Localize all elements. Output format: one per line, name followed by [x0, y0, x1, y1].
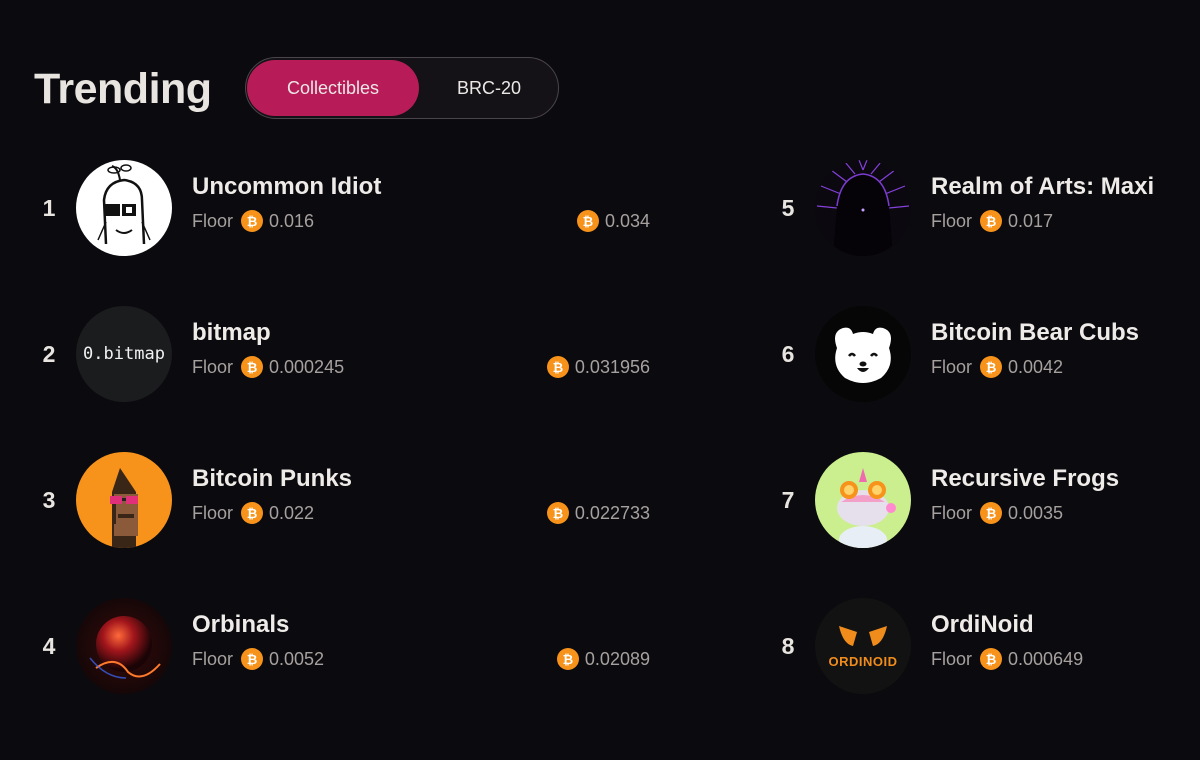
collection-avatar [815, 306, 911, 402]
collection-avatar: 0.bitmap [76, 306, 172, 402]
rank: 4 [42, 632, 56, 659]
bitcoin-icon: ₿ [980, 502, 1003, 524]
floor-label: Floor [931, 648, 973, 669]
bitcoin-icon: ₿ [980, 648, 1003, 670]
rank: 1 [42, 194, 56, 221]
collection-row[interactable]: 7 Recursive Frogs Floor ₿ 0.0035 [773, 450, 1193, 550]
collection-avatar [815, 160, 911, 256]
volume: ₿ 0.031956 [545, 356, 650, 378]
tab-brc20[interactable]: BRC-20 [418, 60, 560, 116]
floor-value: 0.017 [1008, 210, 1054, 231]
floor-price: Floor ₿ 0.0052 [192, 648, 324, 670]
floor-price: Floor ₿ 0.022 [192, 502, 314, 524]
floor-value: 0.0052 [269, 648, 325, 669]
bitcoin-icon: ₿ [241, 648, 264, 670]
floor-label: Floor [931, 356, 973, 377]
collection-row[interactable]: 3 Bitcoin Punks Floor ₿ 0.022 ₿ 0.022733 [34, 450, 650, 550]
collection-name[interactable]: Bitcoin Punks [192, 465, 352, 493]
floor-label: Floor [931, 502, 973, 523]
volume-value: 0.022733 [574, 502, 650, 523]
floor-price: Floor ₿ 0.016 [192, 210, 314, 232]
bitcoin-icon: ₿ [980, 210, 1003, 232]
collection-row[interactable]: 1 Uncommon Idiot Floor ₿ 0.016 ₿ 0.034 [34, 158, 650, 258]
volume-value: 0.034 [604, 210, 650, 231]
floor-price: Floor ₿ 0.000245 [192, 356, 344, 378]
floor-price: Floor ₿ 0.017 [931, 210, 1053, 232]
collection-row[interactable]: 6 Bitcoin Bear Cubs Floor ₿ 0.0042 [773, 304, 1193, 404]
collection-name[interactable]: OrdiNoid [931, 611, 1034, 639]
collection-name[interactable]: Realm of Arts: Maxi [931, 173, 1154, 201]
floor-label: Floor [192, 648, 234, 669]
rank: 3 [42, 486, 56, 513]
collection-avatar: ORDINOID [815, 598, 911, 694]
rank: 5 [781, 194, 795, 221]
category-tabs: Collectibles BRC-20 [245, 57, 559, 119]
floor-value: 0.000245 [269, 356, 345, 377]
collection-avatar [76, 160, 172, 256]
bitmap-logo-text: 0.bitmap [83, 344, 165, 364]
floor-price: Floor ₿ 0.0042 [931, 356, 1063, 378]
rank: 6 [781, 340, 795, 367]
bitcoin-icon: ₿ [576, 210, 599, 232]
floor-label: Floor [931, 210, 973, 231]
floor-value: 0.022 [269, 502, 315, 523]
collection-avatar [76, 452, 172, 548]
bitcoin-icon: ₿ [546, 356, 569, 378]
bitcoin-icon: ₿ [556, 648, 579, 670]
floor-value: 0.0042 [1008, 356, 1064, 377]
volume-value: 0.02089 [584, 648, 650, 669]
bitcoin-icon: ₿ [980, 356, 1003, 378]
bitcoin-icon: ₿ [241, 210, 264, 232]
collection-row[interactable]: 4 Orbinals Floor ₿ 0.0052 ₿ 0.02089 [34, 596, 650, 696]
page-title: Trending [34, 65, 212, 113]
floor-label: Floor [192, 356, 234, 377]
collection-row[interactable]: 2 0.bitmap bitmap Floor ₿ 0.000245 ₿ 0.0… [34, 304, 650, 404]
collection-row[interactable]: 8 ORDINOID OrdiNoid Floor ₿ 0.000649 [773, 596, 1193, 696]
floor-price: Floor ₿ 0.000649 [931, 648, 1083, 670]
floor-label: Floor [192, 210, 234, 231]
collection-row[interactable]: 5 Realm of Arts: Maxi Floor ₿ 0.017 [773, 158, 1193, 258]
collection-avatar [815, 452, 911, 548]
collection-name[interactable]: Recursive Frogs [931, 465, 1119, 493]
floor-value: 0.016 [269, 210, 315, 231]
rank: 7 [781, 486, 795, 513]
bitcoin-icon: ₿ [241, 502, 264, 524]
floor-label: Floor [192, 502, 234, 523]
collection-name[interactable]: Orbinals [192, 611, 289, 639]
volume: ₿ 0.034 [575, 210, 650, 232]
bitcoin-icon: ₿ [546, 502, 569, 524]
tab-collectibles[interactable]: Collectibles [247, 60, 419, 116]
volume: ₿ 0.022733 [545, 502, 650, 524]
volume: ₿ 0.02089 [555, 648, 650, 670]
collection-name[interactable]: Bitcoin Bear Cubs [931, 319, 1139, 347]
rank: 8 [781, 632, 795, 659]
collection-avatar [76, 598, 172, 694]
rank: 2 [42, 340, 56, 367]
ordinoid-logo-text: ORDINOID [828, 654, 898, 669]
volume-value: 0.031956 [574, 356, 650, 377]
collection-name[interactable]: bitmap [192, 319, 271, 347]
floor-price: Floor ₿ 0.0035 [931, 502, 1063, 524]
collection-name[interactable]: Uncommon Idiot [192, 173, 381, 201]
floor-value: 0.0035 [1008, 502, 1064, 523]
floor-value: 0.000649 [1008, 648, 1084, 669]
bitcoin-icon: ₿ [241, 356, 264, 378]
